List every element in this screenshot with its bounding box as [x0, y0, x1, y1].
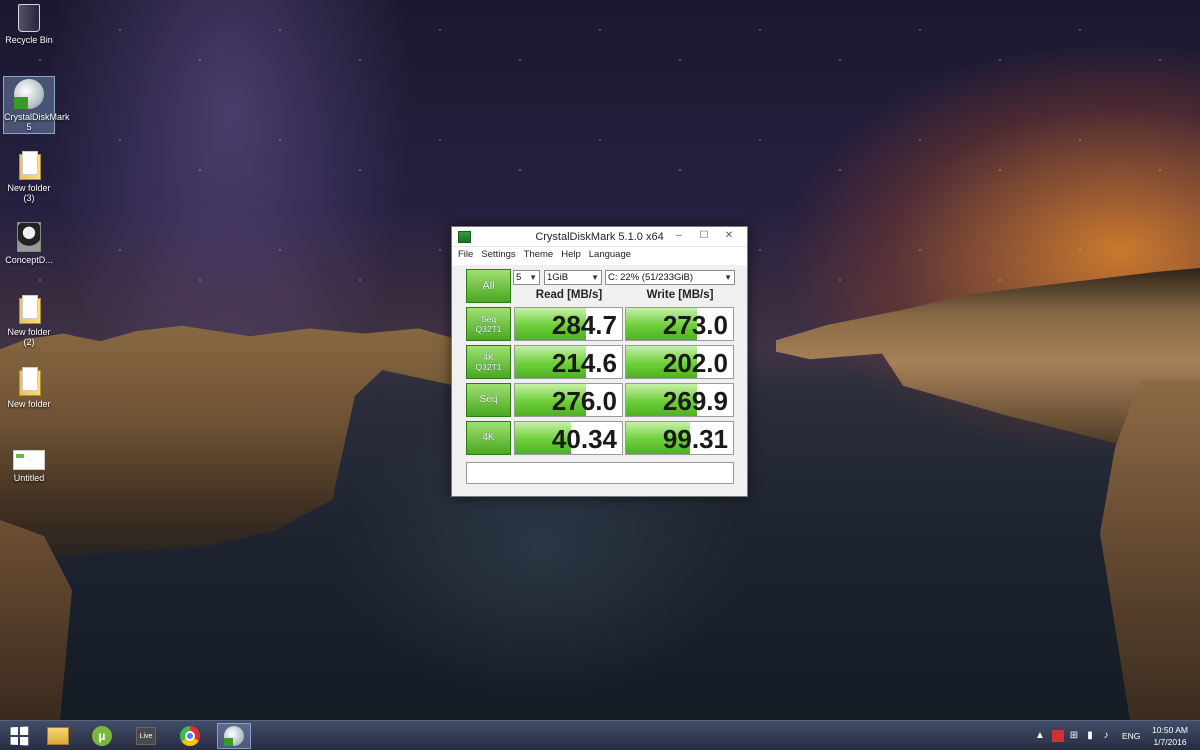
test-size-select[interactable]: 1GiB ▼ [544, 270, 602, 285]
result-value: 40.34 [551, 424, 617, 454]
crystaldiskmark-icon [14, 79, 44, 109]
chevron-down-icon: ▼ [591, 273, 599, 282]
live-icon: Live [136, 727, 156, 745]
run-all-button[interactable]: All [466, 269, 511, 303]
clock-time: 10:50 AM [1152, 725, 1188, 735]
result-value: 284.7 [551, 310, 617, 340]
desktop-icon-new-folder[interactable]: New folder [3, 366, 55, 409]
read-result-seq: 276.0 [514, 383, 623, 417]
desktop-icon-label: New folder (3) [7, 183, 51, 203]
result-value: 99.31 [662, 424, 728, 454]
drive-select[interactable]: C: 22% (51/233GiB) ▼ [605, 270, 735, 285]
taskbar-file-explorer[interactable] [41, 723, 75, 749]
menu-file[interactable]: File [458, 249, 473, 263]
test-count-value: 5 [516, 272, 522, 283]
result-value: 214.6 [551, 348, 617, 378]
desktop-icon-recycle-bin[interactable]: Recycle Bin [3, 4, 55, 45]
desktop-icon-label: New folder [7, 399, 51, 409]
folder-icon [17, 366, 41, 396]
write-result-4k: 99.31 [625, 421, 734, 455]
image-file-icon [13, 450, 45, 470]
chevron-down-icon: ▼ [724, 273, 732, 282]
recycle-bin-icon [18, 4, 40, 32]
folder-icon [17, 294, 41, 324]
close-button[interactable]: ✕ [721, 229, 737, 243]
test-size-value: 1GiB [547, 272, 569, 283]
result-value: 202.0 [662, 348, 728, 378]
test-seq-q32t1-button[interactable]: Seq Q32T1 [466, 307, 511, 341]
test-label-line1: Seq [480, 314, 497, 324]
language-indicator[interactable]: ENG [1122, 731, 1140, 741]
test-label-line1: 4K [483, 352, 494, 362]
tray-chevron-up-icon[interactable]: ▲ [1034, 730, 1046, 742]
taskbar-chrome[interactable] [173, 723, 207, 749]
tray-volume-icon[interactable]: ♪ [1100, 730, 1112, 742]
windows-logo-icon [10, 726, 29, 746]
tray-windows-icon[interactable]: ⊞ [1068, 730, 1080, 742]
title-bar[interactable]: CrystalDiskMark 5.1.0 x64 – ☐ ✕ [452, 227, 747, 247]
maximize-button[interactable]: ☐ [696, 229, 712, 243]
benchmark-panel: All 5 ▼ 1GiB ▼ C: 22% (51/233GiB) ▼ Read… [452, 265, 747, 496]
crystaldiskmark-icon [224, 726, 244, 746]
result-value: 269.9 [662, 386, 728, 416]
desktop-icon-new-folder-3[interactable]: New folder (3) [3, 150, 55, 203]
taskbar-live[interactable]: Live [129, 723, 163, 749]
write-result-seq-q32t1: 273.0 [625, 307, 734, 341]
read-column-header: Read [MB/s] [535, 289, 603, 301]
write-result-seq: 269.9 [625, 383, 734, 417]
desktop-icon-label: New folder (2) [7, 327, 51, 347]
taskbar: µ Live ▲ ⊞ ▮ ♪ ENG 10:50 AM 1/7/2016 [0, 720, 1200, 750]
crystaldiskmark-window: CrystalDiskMark 5.1.0 x64 – ☐ ✕ File Set… [451, 226, 748, 497]
chrome-icon [180, 726, 200, 746]
test-seq-button[interactable]: Seq [466, 383, 511, 417]
file-explorer-icon [47, 727, 69, 745]
utorrent-icon: µ [92, 726, 112, 746]
test-4k-q32t1-button[interactable]: 4K Q32T1 [466, 345, 511, 379]
read-result-4k-q32t1: 214.6 [514, 345, 623, 379]
drive-value: C: 22% (51/233GiB) [608, 272, 694, 283]
comment-field[interactable] [466, 462, 734, 484]
test-count-select[interactable]: 5 ▼ [513, 270, 540, 285]
write-column-header: Write [MB/s] [646, 289, 714, 301]
test-label-line1: 4K [482, 432, 495, 443]
menu-bar: File Settings Theme Help Language [452, 247, 747, 265]
desktop-icon-label: Untitled [13, 473, 45, 483]
clock-date: 1/7/2016 [1153, 737, 1187, 747]
tray-flag-icon[interactable] [1052, 730, 1064, 742]
folder-icon [17, 150, 41, 180]
test-label-line2: Q32T1 [475, 324, 502, 334]
desktop-icon-crystaldiskmark[interactable]: CrystalDiskMark 5 [3, 76, 70, 134]
person-icon [17, 222, 41, 252]
taskbar-crystaldiskmark[interactable] [217, 723, 251, 749]
desktop-icon-new-folder-2[interactable]: New folder (2) [3, 294, 55, 347]
desktop-icon-conceptd[interactable]: ConceptD... [3, 222, 55, 265]
menu-help[interactable]: Help [561, 249, 581, 263]
menu-settings[interactable]: Settings [481, 249, 515, 263]
menu-language[interactable]: Language [589, 249, 631, 263]
test-label-line1: Seq [479, 394, 498, 405]
test-label-line2: Q32T1 [475, 362, 502, 372]
start-button[interactable] [2, 723, 36, 749]
chevron-down-icon: ▼ [529, 273, 537, 282]
desktop-icon-untitled[interactable]: Untitled [3, 450, 55, 483]
menu-theme[interactable]: Theme [524, 249, 554, 263]
result-value: 273.0 [662, 310, 728, 340]
tray-network-icon[interactable]: ▮ [1084, 730, 1096, 742]
read-result-4k: 40.34 [514, 421, 623, 455]
write-result-4k-q32t1: 202.0 [625, 345, 734, 379]
desktop-icon-label: ConceptD... [5, 255, 53, 265]
clock[interactable]: 10:50 AM 1/7/2016 [1150, 724, 1190, 748]
desktop-icon-label: Recycle Bin [5, 35, 53, 45]
minimize-button[interactable]: – [671, 229, 687, 243]
result-value: 276.0 [551, 386, 617, 416]
test-4k-button[interactable]: 4K [466, 421, 511, 455]
taskbar-utorrent[interactable]: µ [85, 723, 119, 749]
read-result-seq-q32t1: 284.7 [514, 307, 623, 341]
